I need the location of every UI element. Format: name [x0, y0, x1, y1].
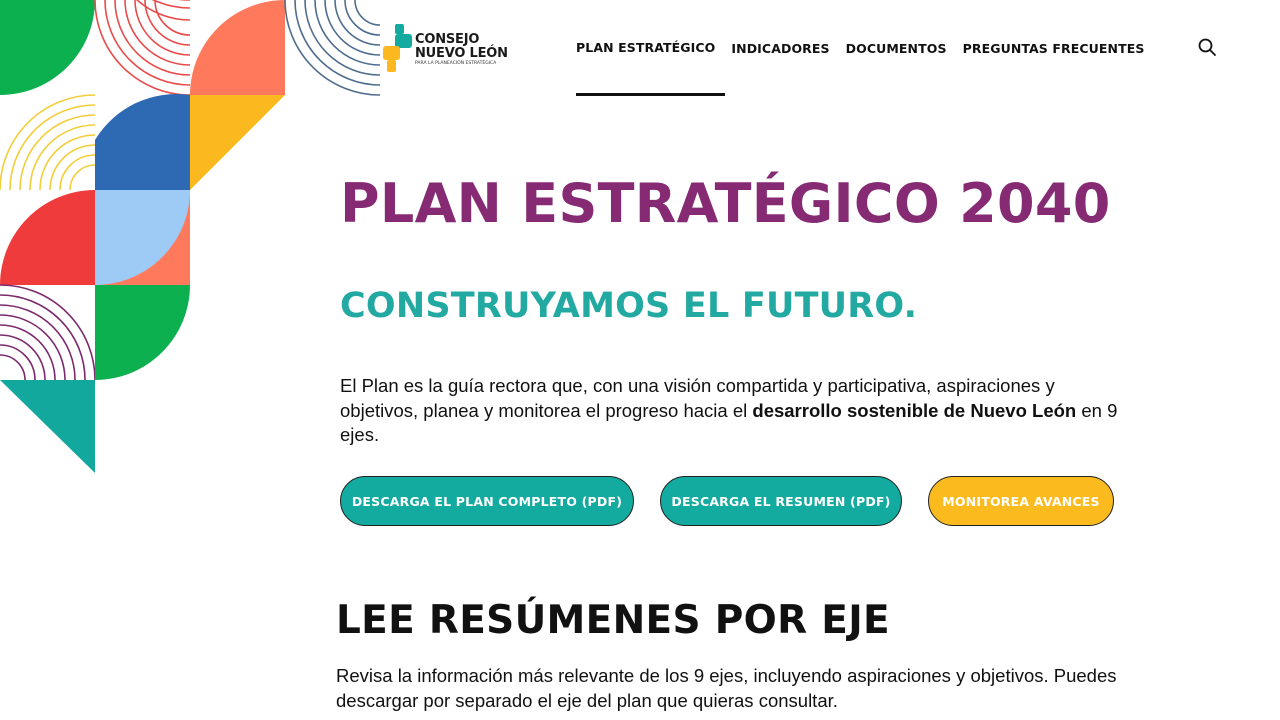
logo-tagline: PARA LA PLANEACIÓN ESTRATÉGICA	[415, 61, 497, 66]
summaries-section-description: Revisa la información más relevante de l…	[336, 665, 1117, 711]
nav-preguntas-frecuentes[interactable]: PREGUNTAS FRECUENTES	[963, 41, 1145, 56]
search-button[interactable]	[1197, 37, 1217, 57]
decorative-geometric-pattern	[0, 0, 380, 473]
hero-description: El Plan es la guía rectora que, con una …	[340, 374, 1130, 448]
summaries-section-title: LEE RESÚMENES POR EJE	[336, 598, 890, 643]
download-full-plan-button[interactable]: DESCARGA EL PLAN COMPLETO (PDF)	[340, 476, 634, 526]
nav-indicadores[interactable]: INDICADORES	[731, 41, 829, 56]
logo-line-1: CONSEJO	[415, 32, 480, 47]
monitor-progress-button[interactable]: MONITOREA AVANCES	[928, 476, 1114, 526]
page-title: PLAN ESTRATÉGICO 2040	[340, 172, 1111, 235]
search-icon	[1198, 38, 1216, 56]
logo-mark-icon	[383, 24, 412, 72]
logo-line-2: NUEVO LEÓN	[415, 46, 508, 61]
main-nav: PLAN ESTRATÉGICO INDICADORES DOCUMENTOS …	[576, 38, 1160, 58]
hero-description-highlight: desarrollo sostenible de Nuevo León	[752, 399, 1077, 421]
nav-active-indicator	[576, 93, 725, 96]
nav-plan-estrategico[interactable]: PLAN ESTRATÉGICO	[576, 40, 715, 55]
hero-subtitle: CONSTRUYAMOS EL FUTURO.	[340, 286, 918, 326]
logo-wordmark: CONSEJO NUEVO LEÓN	[415, 33, 508, 61]
download-summary-button[interactable]: DESCARGA EL RESUMEN (PDF)	[660, 476, 902, 526]
site-logo[interactable]: CONSEJO NUEVO LEÓN PARA LA PLANEACIÓN ES…	[383, 22, 523, 76]
nav-documentos[interactable]: DOCUMENTOS	[846, 41, 947, 56]
